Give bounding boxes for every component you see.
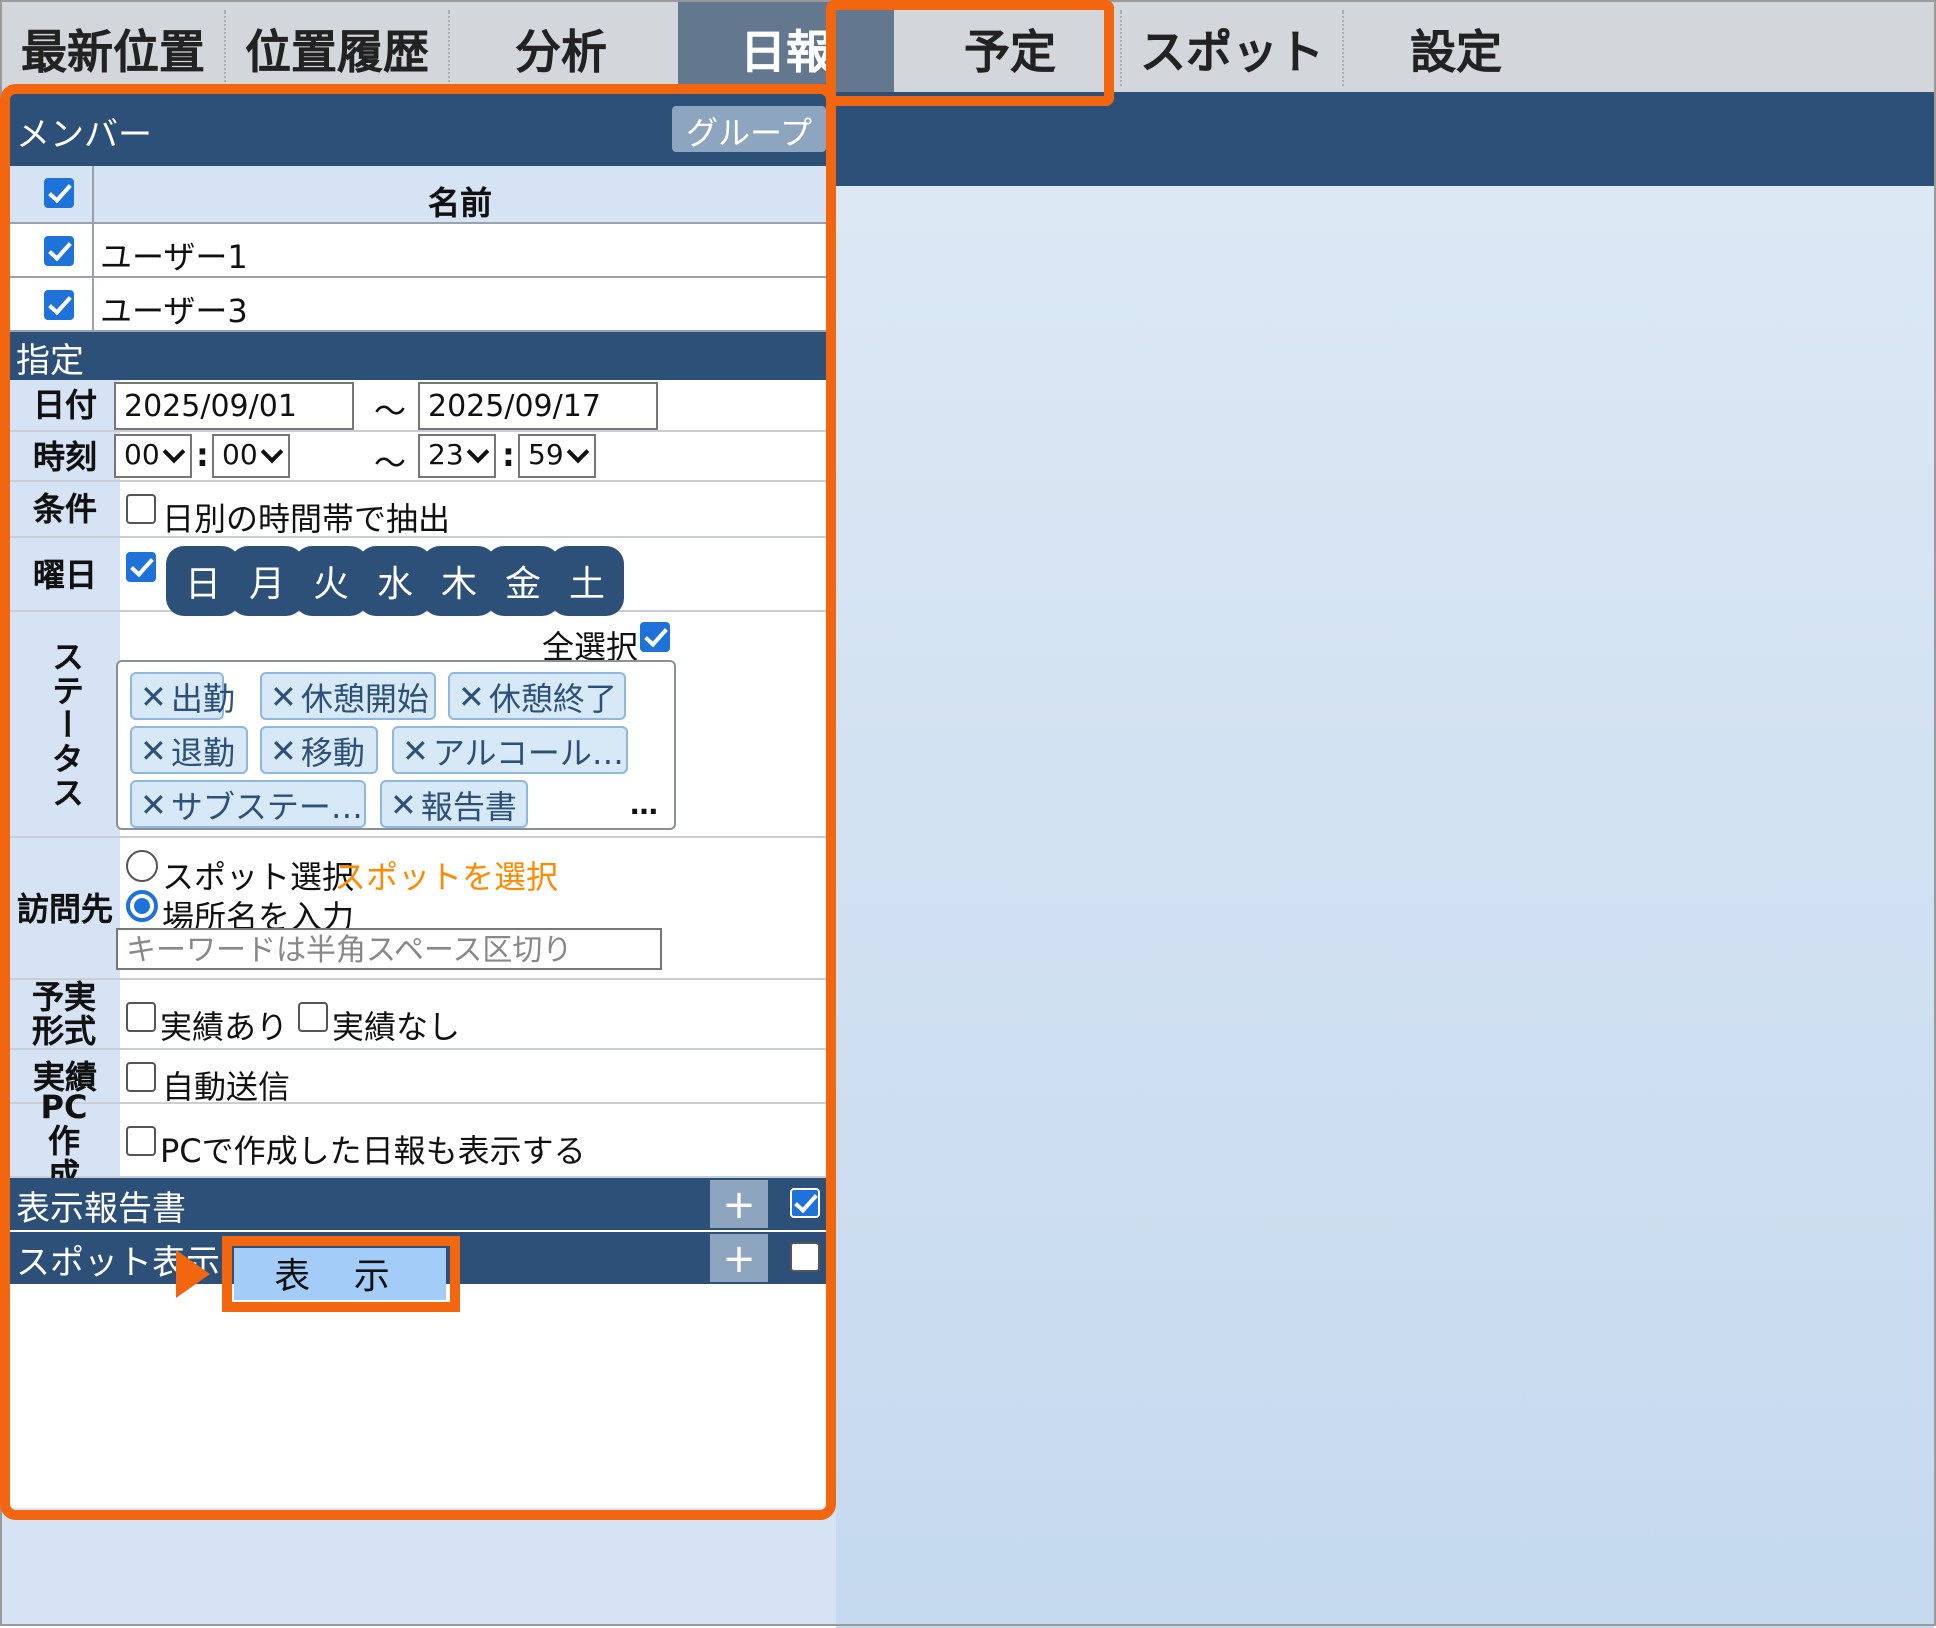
tab-highlight	[826, 0, 1114, 106]
tab-latest-position[interactable]: 最新位置	[2, 2, 224, 92]
tab-analysis[interactable]: 分析	[450, 2, 672, 92]
frame-border	[0, 1624, 1936, 1626]
tab-spot[interactable]: スポット	[1122, 2, 1342, 92]
button-highlight	[222, 1236, 460, 1312]
tab-settings[interactable]: 設定	[1344, 2, 1568, 92]
stage: 最新位置 位置履歴 分析 日報 予定 スポット 設定 メンバー グループ 名前 …	[0, 0, 1936, 1628]
results-header	[836, 92, 1934, 186]
results-area	[836, 186, 1934, 1628]
app-window: 最新位置 位置履歴 分析 日報 予定 スポット 設定 メンバー グループ 名前 …	[0, 0, 1936, 1628]
tab-position-history[interactable]: 位置履歴	[226, 2, 448, 92]
